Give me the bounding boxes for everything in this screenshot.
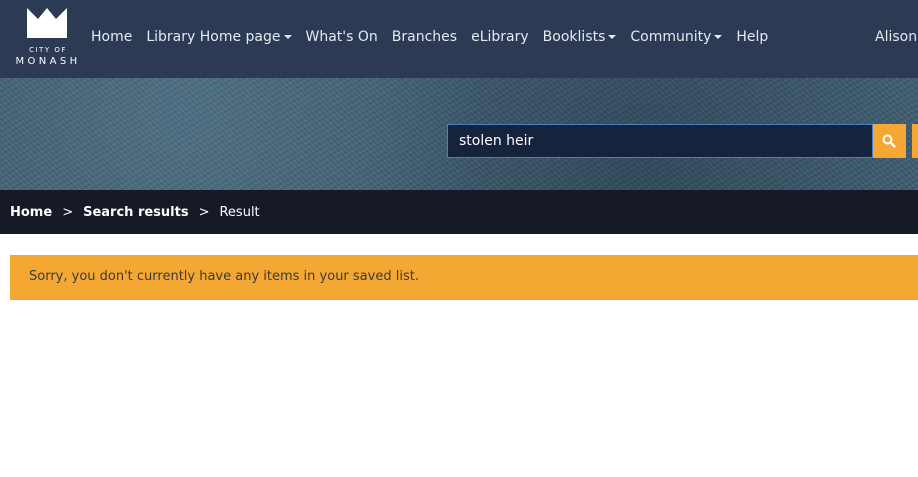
- caret-down-icon: [608, 35, 617, 39]
- caret-down-icon: [283, 35, 292, 39]
- nav-help[interactable]: Help: [736, 29, 768, 45]
- nav-home[interactable]: Home: [91, 29, 132, 45]
- nav-branches[interactable]: Branches: [392, 29, 457, 45]
- breadcrumb: Home > Search results > Result: [0, 190, 918, 234]
- caret-down-icon: [714, 35, 723, 39]
- breadcrumb-search-results[interactable]: Search results: [83, 205, 188, 220]
- logo-city-text: CITY OF: [29, 46, 67, 54]
- city-of-monash-logo[interactable]: CITY OF MONASH: [9, 6, 87, 70]
- breadcrumb-separator: >: [62, 204, 74, 220]
- nav-library-home-page-label: Library Home page: [146, 29, 281, 45]
- search-options-edge[interactable]: [912, 124, 918, 158]
- nav-booklists[interactable]: Booklists: [543, 29, 617, 45]
- nav-elibrary-label: eLibrary: [471, 29, 529, 45]
- breadcrumb-separator: >: [198, 204, 210, 220]
- logo-name-text: MONASH: [15, 56, 81, 67]
- main-nav: Home Library Home page What's On Branche…: [91, 27, 782, 47]
- page: CITY OF MONASH Home Library Home page Wh…: [0, 0, 918, 477]
- alert-message: Sorry, you don't currently have any item…: [29, 269, 419, 284]
- nav-home-label: Home: [91, 29, 133, 45]
- user-menu[interactable]: Alison: [875, 27, 917, 47]
- nav-help-label: Help: [736, 29, 769, 45]
- nav-whats-on-label: What's On: [305, 29, 378, 45]
- nav-community-label: Community: [630, 29, 712, 45]
- search-button[interactable]: [873, 124, 906, 158]
- nav-booklists-label: Booklists: [542, 29, 606, 45]
- breadcrumb-trail: Home > Search results > Result: [10, 202, 260, 222]
- top-navbar: CITY OF MONASH Home Library Home page Wh…: [0, 0, 918, 78]
- nav-community[interactable]: Community: [630, 29, 723, 45]
- search-input[interactable]: [447, 124, 873, 158]
- nav-elibrary[interactable]: eLibrary: [471, 29, 529, 45]
- nav-library-home-page[interactable]: Library Home page: [146, 29, 292, 45]
- breadcrumb-home[interactable]: Home: [10, 205, 52, 220]
- search-banner: [0, 78, 918, 190]
- search-icon: [882, 134, 896, 148]
- monash-m-icon: [27, 8, 67, 38]
- breadcrumb-current: Result: [219, 204, 260, 220]
- nav-branches-label: Branches: [391, 29, 458, 45]
- empty-saved-list-alert: Sorry, you don't currently have any item…: [10, 255, 918, 300]
- nav-whats-on[interactable]: What's On: [306, 29, 378, 45]
